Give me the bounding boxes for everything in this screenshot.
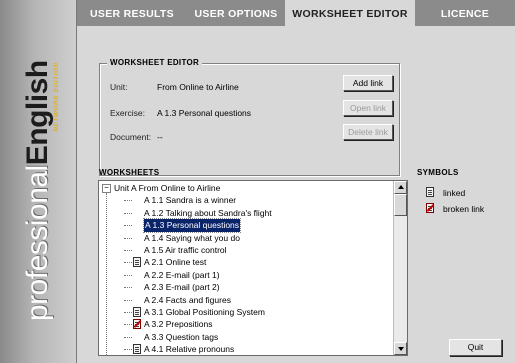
tree-item[interactable]: A 3.3 Question tags [99, 331, 394, 343]
quit-button[interactable]: Quit [449, 339, 502, 356]
add-link-button[interactable]: Add link [343, 75, 393, 91]
tree-connector [124, 336, 132, 338]
tree-item[interactable]: A 2.3 E-mail (part 2) [99, 281, 394, 293]
scroll-down-button[interactable] [394, 342, 407, 355]
tree-item-label: A 4.2 Stating wants and needs: wh... [144, 355, 282, 356]
symbols-title: SYMBOLS [417, 168, 459, 177]
broken-link-icon [426, 203, 434, 213]
tree-connector [124, 274, 132, 276]
tree-item-label: A 3.1 Global Positioning System [144, 306, 265, 317]
tree-item-label: A 1.1 Sandra is a winner [144, 195, 237, 206]
tree-connector [124, 299, 132, 301]
tree-item[interactable]: A 4.1 Relative pronouns [99, 343, 394, 355]
tree-item[interactable]: A 1.3 Personal questions [99, 218, 394, 233]
tree-item-label: A 3.2 Prepositions [144, 319, 213, 330]
brand-wordmark: professionalEnglish [21, 60, 54, 321]
tree-connector [124, 200, 132, 202]
tab-user-options[interactable]: USER OPTIONS [187, 0, 285, 26]
exercise-value: A 1.3 Personal questions [157, 108, 252, 118]
tree-item-label: A 1.2 Talking about Sandra's flight [144, 207, 272, 218]
tree-root[interactable]: − Unit A From Online to Airline [99, 182, 394, 194]
tab-worksheet-editor[interactable]: WORKSHEET EDITOR [285, 0, 415, 26]
tree-connector [124, 212, 132, 214]
tree-item[interactable]: A 1.5 Air traffic control [99, 244, 394, 256]
linked-document-icon [133, 344, 141, 355]
worksheets-tree[interactable]: − Unit A From Online to Airline A 1.1 Sa… [98, 180, 408, 356]
linked-document-icon [426, 187, 434, 197]
worksheet-editor-group: WORKSHEET EDITOR Unit: From Online to Ai… [99, 58, 400, 176]
brand-edition: NETWORK EDITION [53, 62, 60, 132]
tree-item-label: A 1.3 Personal questions [142, 218, 242, 233]
tree-item-label: A 3.3 Question tags [144, 331, 219, 342]
tab-bar: USER RESULTS USER OPTIONS WORKSHEET EDIT… [77, 0, 515, 26]
tree-root-label: Unit A From Online to Airline [114, 183, 221, 193]
tree-connector [124, 311, 132, 313]
tree-connector [124, 287, 132, 289]
tree-item-label: A 1.4 Saying what you do [144, 232, 240, 243]
main-content: WORKSHEET EDITOR Unit: From Online to Ai… [77, 26, 515, 363]
scroll-up-button[interactable] [394, 181, 407, 194]
broken-link-icon [133, 319, 141, 330]
tree-item[interactable]: A 3.1 Global Positioning System [99, 306, 394, 318]
unit-label: Unit: [110, 82, 128, 92]
symbol-linked-label: linked [443, 188, 466, 198]
tree-item[interactable]: A 2.1 Online test [99, 256, 394, 268]
tree-connector [124, 324, 132, 326]
scroll-thumb[interactable] [394, 194, 407, 216]
vertical-scrollbar[interactable] [393, 181, 407, 355]
symbol-broken-label: broken link [443, 204, 485, 214]
exercise-label: Exercise: [110, 108, 145, 118]
tab-licence[interactable]: LICENCE [415, 0, 515, 26]
group-title: WORKSHEET EDITOR [107, 58, 203, 67]
linked-document-icon [133, 306, 141, 317]
tree-rows: − Unit A From Online to Airline A 1.1 Sa… [99, 182, 394, 356]
tree-connector [124, 225, 132, 227]
tab-user-results[interactable]: USER RESULTS [77, 0, 187, 26]
unit-value: From Online to Airline [157, 82, 239, 92]
tree-item[interactable]: A 3.2 Prepositions [99, 318, 394, 330]
tree-connector [124, 249, 132, 251]
tree-item-label: A 2.2 E-mail (part 1) [144, 269, 220, 280]
tree-connector [124, 262, 132, 264]
collapse-icon[interactable]: − [102, 184, 111, 193]
document-value: -- [157, 132, 163, 142]
tree-item[interactable]: A 1.2 Talking about Sandra's flight [99, 207, 394, 219]
tree-item-label: A 2.4 Facts and figures [144, 294, 231, 305]
tree-item[interactable]: A 2.4 Facts and figures [99, 294, 394, 306]
brand-sidebar: professionalEnglish NETWORK EDITION [0, 0, 77, 363]
tree-connector [124, 237, 132, 239]
tree-item[interactable]: A 4.2 Stating wants and needs: wh... [99, 355, 394, 356]
tree-item[interactable]: A 1.1 Sandra is a winner [99, 194, 394, 206]
tree-connector [124, 349, 132, 351]
worksheets-title: WORKSHEETS [99, 168, 160, 177]
tree-item-label: A 2.1 Online test [144, 257, 207, 268]
brand-logo: professionalEnglish NETWORK EDITION [21, 60, 60, 321]
tree-item-label: A 1.5 Air traffic control [144, 244, 227, 255]
document-label: Document: [110, 132, 152, 142]
linked-document-icon [133, 257, 141, 268]
delete-link-button[interactable]: Delete link [343, 124, 393, 140]
open-link-button[interactable]: Open link [343, 100, 393, 116]
tree-item-label: A 2.3 E-mail (part 2) [144, 282, 220, 293]
tree-item[interactable]: A 2.2 E-mail (part 1) [99, 269, 394, 281]
tree-item[interactable]: A 1.4 Saying what you do [99, 232, 394, 244]
tree-item-label: A 4.1 Relative pronouns [144, 344, 235, 355]
